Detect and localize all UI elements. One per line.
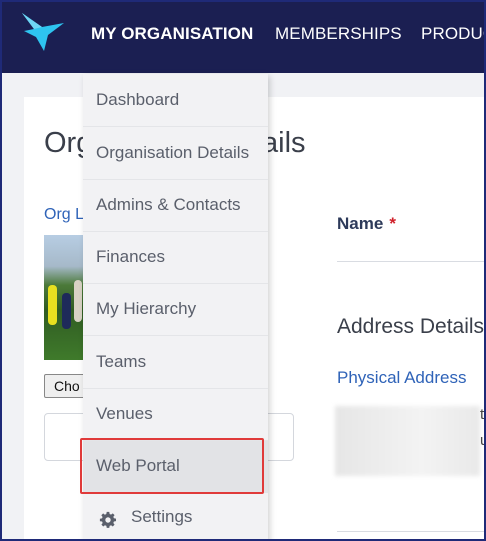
- menu-item-label: Organisation Details: [96, 143, 250, 162]
- menu-item-label: Web Portal: [96, 456, 180, 475]
- app-frame: MY ORGANISATION MEMBERSHIPS PRODUC Org a…: [0, 0, 486, 541]
- menu-item-label: Teams: [96, 352, 147, 371]
- menu-item-admins-contacts[interactable]: Admins & Contacts: [83, 180, 268, 232]
- gear-icon: [99, 511, 117, 528]
- menu-item-venues[interactable]: Venues: [83, 389, 268, 441]
- partial-text: u: [480, 432, 484, 449]
- menu-item-teams[interactable]: Teams: [83, 337, 268, 389]
- physical-address-label: Physical Address: [337, 368, 467, 387]
- required-marker: *: [389, 214, 396, 233]
- my-organisation-dropdown: Dashboard Organisation Details Admins & …: [83, 74, 268, 539]
- divider: [337, 261, 484, 262]
- top-nav-bar: MY ORGANISATION MEMBERSHIPS PRODUC: [2, 2, 484, 73]
- menu-item-web-portal[interactable]: Web Portal: [83, 441, 268, 493]
- menu-item-label: Dashboard: [96, 90, 180, 109]
- choose-file-button[interactable]: Cho: [44, 374, 86, 398]
- address-details-heading: Address Details: [337, 315, 485, 338]
- menu-item-my-hierarchy[interactable]: My Hierarchy: [83, 284, 268, 336]
- menu-item-label: Finances: [96, 247, 165, 266]
- name-label: Name *: [337, 214, 396, 233]
- menu-item-label: My Hierarchy: [96, 299, 197, 318]
- menu-item-label: Settings: [131, 507, 193, 526]
- menu-item-settings[interactable]: Settings: [83, 493, 268, 539]
- menu-item-dashboard[interactable]: Dashboard: [83, 75, 268, 127]
- menu-item-label: Admins & Contacts: [96, 195, 241, 214]
- menu-item-organisation-details[interactable]: Organisation Details: [83, 128, 268, 180]
- divider: [337, 531, 484, 532]
- menu-item-label: Venues: [96, 404, 153, 423]
- org-logo-image: [44, 235, 86, 360]
- logo-star-icon[interactable]: [20, 11, 66, 53]
- nav-my-organisation[interactable]: MY ORGANISATION: [91, 24, 253, 48]
- nav-products[interactable]: PRODUC: [421, 24, 484, 48]
- nav-memberships[interactable]: MEMBERSHIPS: [275, 24, 402, 48]
- org-logo-label: Org L: [44, 206, 85, 223]
- menu-item-finances[interactable]: Finances: [83, 232, 268, 284]
- partial-text: t: [480, 406, 485, 423]
- page-title-continued: ails: [262, 127, 306, 159]
- physical-address-value[interactable]: [335, 406, 480, 476]
